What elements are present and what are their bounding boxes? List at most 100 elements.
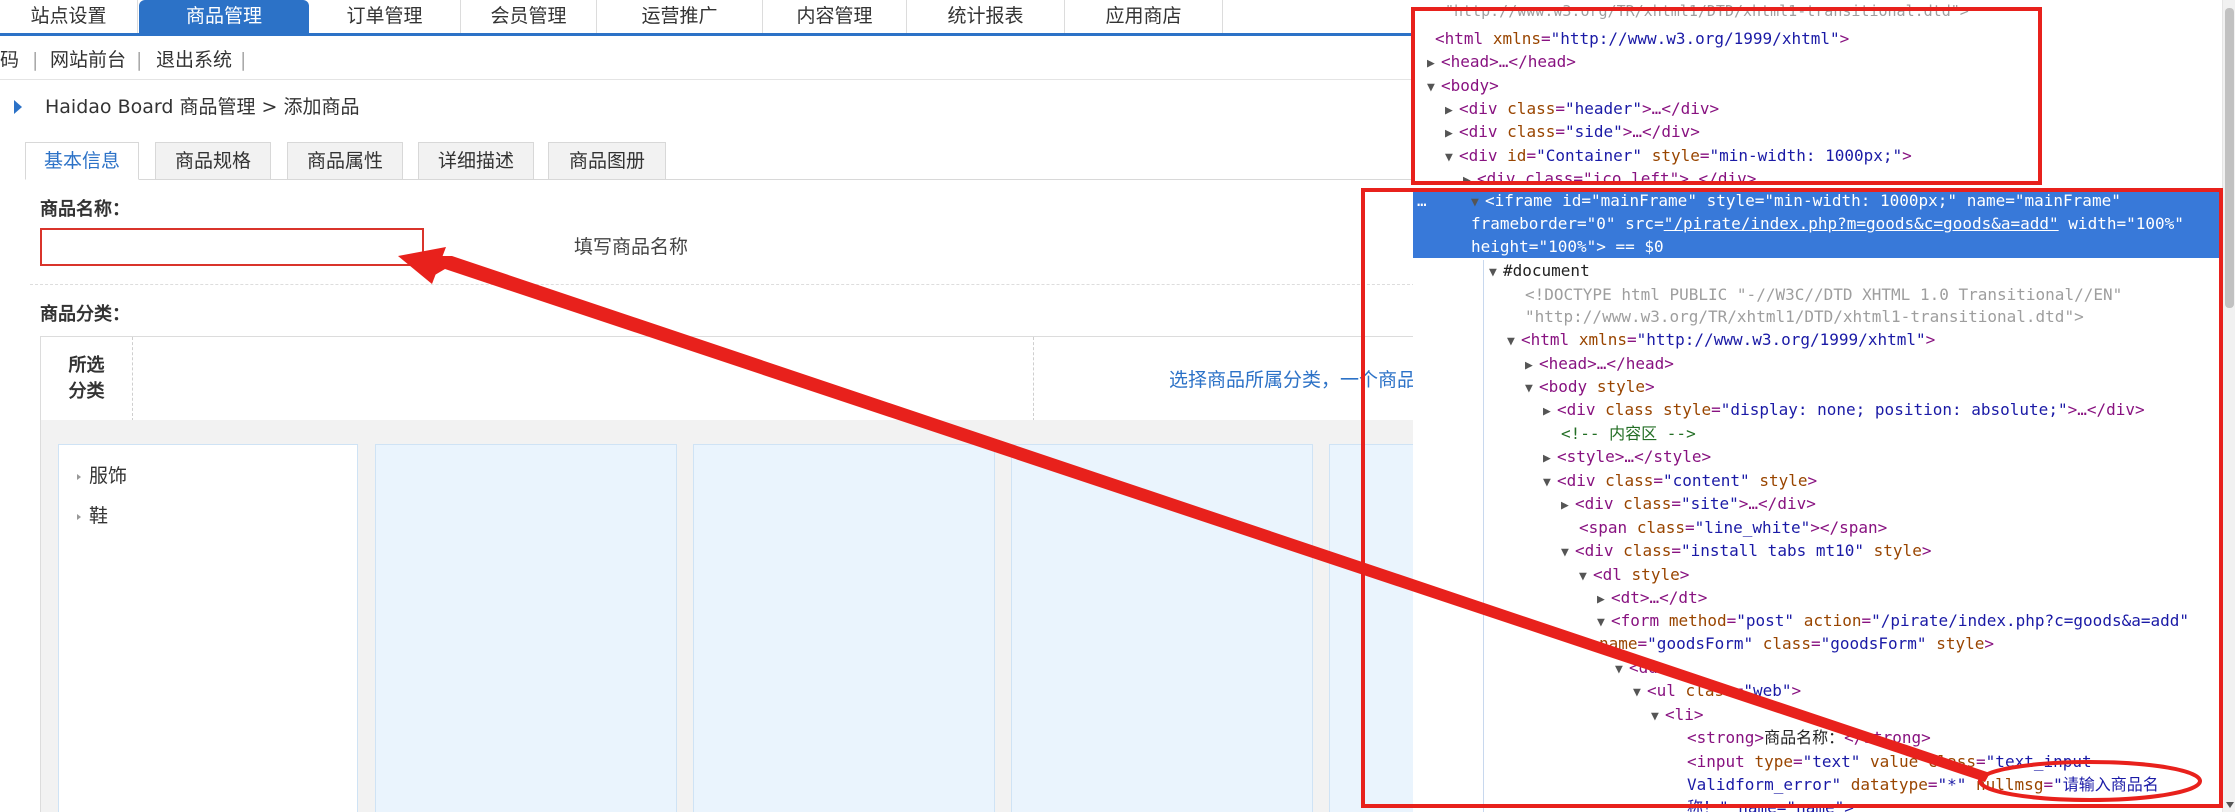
dt-tag: >…</div>	[1622, 122, 1700, 141]
tab-basic-info[interactable]: 基本信息	[25, 142, 139, 180]
dt-line[interactable]: ▶ <div class="header">…</div>	[1445, 97, 1719, 120]
tab-goods-gallery[interactable]: 商品图册	[548, 142, 666, 180]
dt-line[interactable]: ▼ <div class="content" style>	[1543, 469, 1817, 492]
dt-val: "text_input	[1985, 752, 2092, 771]
collapse-triangle-icon[interactable]: ▼	[1471, 191, 1485, 214]
expand-triangle-icon[interactable]: ▶	[1445, 99, 1459, 122]
dt-line[interactable]: ▶ <style>…</style>	[1543, 445, 1711, 468]
subnav-logout-link[interactable]: 退出系统	[156, 40, 232, 80]
dt-line[interactable]: ▶ <head>…</head>	[1525, 352, 1674, 375]
expand-triangle-icon[interactable]: ▶	[1597, 588, 1611, 611]
nav-tab-marketing[interactable]: 运营推广	[597, 0, 763, 33]
scroll-down-arrow-icon[interactable]	[2226, 802, 2234, 808]
dt-val: "display: none; position: absolute;"	[1720, 400, 2068, 419]
expand-triangle-icon[interactable]: ▶	[1463, 169, 1477, 185]
dt-line[interactable]: ▼ #document	[1489, 259, 1590, 282]
collapse-triangle-icon[interactable]: ▼	[1579, 565, 1593, 588]
divider	[30, 284, 1415, 285]
collapse-triangle-icon[interactable]: ▼	[1489, 261, 1503, 284]
scrollbar-thumb[interactable]	[2225, 8, 2234, 308]
dt-attr: datatype	[1850, 775, 1928, 794]
dt-val: "*"	[1937, 775, 1967, 794]
expand-triangle-icon[interactable]: ▶	[1543, 400, 1557, 423]
dt-line[interactable]: ▼ <body>	[1427, 74, 1499, 97]
dt-val: "web"	[1743, 681, 1792, 700]
tab-goods-attributes[interactable]: 商品属性	[287, 142, 403, 180]
expand-triangle-icon[interactable]: ▶	[1445, 122, 1459, 145]
dt-line[interactable]: ▼ <dl style>	[1579, 563, 1689, 586]
dt-line[interactable]: ▶ <div class="side">…</div>	[1445, 120, 1700, 143]
subnav-site-front-link[interactable]: 网站前台	[50, 40, 126, 80]
dt-val: "goodsForm"	[1647, 634, 1754, 653]
dt-line[interactable]: ▶ <dt>…</dt>	[1597, 586, 1707, 609]
dt-line[interactable]: <input type="text" value class="text_inp…	[1687, 750, 2092, 773]
dt-line[interactable]: name="goodsForm" class="goodsForm" style…	[1599, 632, 1994, 655]
collapse-triangle-icon[interactable]: ▼	[1561, 541, 1575, 564]
ellipsis-icon[interactable]: …	[1417, 191, 1427, 210]
collapse-triangle-icon[interactable]: ▼	[1507, 330, 1521, 353]
goods-name-input[interactable]	[40, 228, 424, 266]
dt-line[interactable]: "http://www.w3.org/TR/xhtml1/DTD/xhtml1-…	[1525, 305, 2084, 328]
dt-link[interactable]: "/pirate/index.php?m=goods&c=goods&a=add…	[1664, 214, 2059, 233]
collapse-triangle-icon[interactable]: ▼	[1597, 611, 1611, 634]
breadcrumb-arrow-icon	[14, 100, 22, 114]
collapse-triangle-icon[interactable]: ▼	[1615, 658, 1629, 681]
collapse-triangle-icon[interactable]: ▼	[1427, 76, 1441, 99]
dt-line[interactable]: <strong>商品名称：</strong>	[1687, 726, 1931, 749]
tab-detail-description[interactable]: 详细描述	[418, 142, 534, 180]
dt-val: Validform_error"	[1687, 775, 1842, 794]
nav-tab-site-settings[interactable]: 站点设置	[0, 0, 138, 33]
nav-tab-app-store[interactable]: 应用商店	[1065, 0, 1223, 33]
dt-line[interactable]: ▶ <div class="ico_left">…</div>	[1463, 167, 1756, 185]
dt-line[interactable]: Validform_error" datatype="*" nullmsg="请…	[1687, 773, 2159, 796]
category-item[interactable]: 服饰	[77, 461, 127, 488]
dt-attr: nullmsg	[1976, 775, 2044, 794]
dt-line[interactable]: ▼ <ul class="web">	[1633, 679, 1801, 702]
dt-tag: <form	[1611, 611, 1660, 630]
dt-tag: </strong>	[1844, 728, 1931, 747]
nav-tab-content[interactable]: 内容管理	[763, 0, 907, 33]
dt-line: "http://www.w3.org/TR/xhtml1/DTD/xhtml1-…	[1445, 2, 1969, 20]
dt-line[interactable]: ▼ <dd>	[1615, 656, 1668, 679]
dt-line[interactable]: <!DOCTYPE html PUBLIC "-//W3C//DTD XHTML…	[1525, 283, 2122, 306]
nav-tab-reports[interactable]: 统计报表	[907, 0, 1065, 33]
nav-tab-orders[interactable]: 订单管理	[309, 0, 461, 33]
dt-line[interactable]: ▼ <div class="install tabs mt10" style>	[1561, 539, 1931, 562]
collapse-triangle-icon[interactable]: ▼	[1525, 377, 1539, 400]
expand-triangle-icon[interactable]: ▶	[1427, 52, 1441, 75]
category-item[interactable]: 鞋	[77, 501, 108, 528]
category-column-1: 服饰 鞋	[58, 444, 358, 812]
dt-attr: action	[1803, 611, 1862, 630]
dt-line[interactable]: ▶ <head>…</head>	[1427, 50, 1576, 73]
collapse-triangle-icon[interactable]: ▼	[1543, 471, 1557, 494]
dt-line[interactable]: ▼ <html xmlns="http://www.w3.org/1999/xht…	[1507, 328, 1935, 351]
dt-line[interactable]: ▼ <li>	[1651, 703, 1704, 726]
devtools-scrollbar[interactable]	[2222, 0, 2235, 812]
expand-triangle-icon[interactable]: ▶	[1525, 354, 1539, 377]
dt-line[interactable]: ▼ <form method="post" action="/pirate/ind…	[1597, 609, 2189, 632]
dt-line[interactable]: ▶ <div class style="display: none; positi…	[1543, 398, 2145, 421]
dt-line[interactable]: ▶ <div class="site">…</div>	[1561, 492, 1816, 515]
selected-iframe-node[interactable]: … ▼ <iframe id="mainFrame" style="min-wid…	[1413, 189, 2223, 258]
expand-triangle-icon[interactable]: ▶	[1543, 447, 1557, 470]
dt-tag: <li>	[1665, 705, 1704, 724]
dt-tag: >…</div>	[2067, 400, 2145, 419]
collapse-triangle-icon[interactable]: ▼	[1651, 705, 1665, 728]
dt-line[interactable]: ▼ <div id="Container" style="min-width: 1…	[1445, 144, 1912, 167]
expand-triangle-icon[interactable]: ▶	[1561, 494, 1575, 517]
dt-line: ▼ <iframe id="mainFrame" style="min-width…	[1471, 189, 2121, 212]
box-divider	[1033, 337, 1034, 421]
subnav-password-link[interactable]: 码	[0, 40, 19, 80]
dt-comment[interactable]: <!-- 内容区 -->	[1561, 422, 1696, 445]
dt-line[interactable]: <span class="line_white"></span>	[1579, 516, 1887, 539]
dt-line[interactable]: <html xmlns="http://www.w3.org/1999/xhtm…	[1435, 27, 1849, 50]
dt-text: > == $0	[1596, 237, 1664, 256]
dt-line[interactable]: 称！" name="name">	[1687, 796, 1854, 812]
tab-goods-spec[interactable]: 商品规格	[155, 142, 271, 180]
collapse-triangle-icon[interactable]: ▼	[1633, 681, 1647, 704]
collapse-triangle-icon[interactable]: ▼	[1445, 146, 1459, 169]
dt-tag: >…</div>	[1738, 494, 1816, 513]
dt-line[interactable]: ▼ <body style>	[1525, 375, 1655, 398]
nav-tab-members[interactable]: 会员管理	[461, 0, 597, 33]
nav-tab-goods[interactable]: 商品管理	[139, 0, 309, 33]
